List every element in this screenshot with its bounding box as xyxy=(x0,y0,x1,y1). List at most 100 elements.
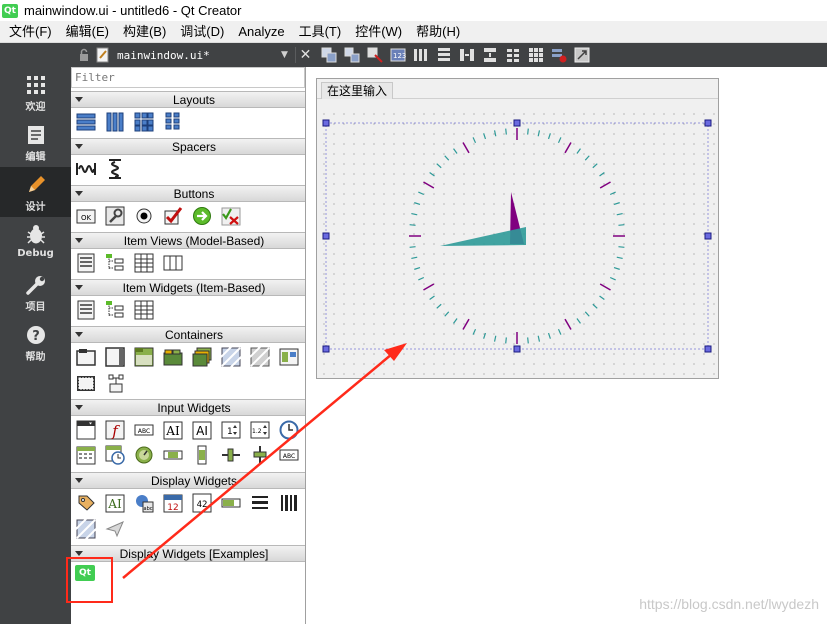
mode-design[interactable]: 设计 xyxy=(0,167,71,217)
column-view-icon[interactable] xyxy=(162,252,183,273)
analog-clock-widget[interactable] xyxy=(317,79,718,378)
plain-text-edit-icon[interactable]: AI xyxy=(191,419,212,440)
horizontal-scroll-bar-icon[interactable] xyxy=(162,444,183,465)
table-view-icon[interactable] xyxy=(133,252,154,273)
tab-widget-icon[interactable] xyxy=(162,346,183,367)
vertical-slider-icon[interactable] xyxy=(249,444,270,465)
vertical-spacer-icon[interactable] xyxy=(104,158,125,179)
mode-help[interactable]: ? 帮助 xyxy=(0,317,71,367)
selection-handle[interactable] xyxy=(513,119,521,127)
graphics-view-icon[interactable]: abc xyxy=(133,492,154,513)
horizontal-spacer-icon[interactable] xyxy=(75,158,96,179)
spin-box-icon[interactable]: 1 xyxy=(220,419,241,440)
qaxwidget-icon[interactable] xyxy=(104,372,125,393)
font-combo-box-icon[interactable]: f xyxy=(104,419,125,440)
calendar-widget-icon[interactable]: 12 xyxy=(162,492,183,513)
category-input-widgets[interactable]: Input Widgets xyxy=(71,399,305,416)
key-sequence-edit-icon[interactable]: ABC xyxy=(278,444,299,465)
tool-box-icon[interactable] xyxy=(133,346,154,367)
combo-box-icon[interactable] xyxy=(75,419,96,440)
horizontal-layout-icon[interactable] xyxy=(104,111,125,132)
adjust-size-icon[interactable] xyxy=(573,46,591,64)
opengl-widget-icon[interactable] xyxy=(75,518,96,539)
menu-build[interactable]: 构建(B) xyxy=(116,21,173,43)
edit-tab-order-icon[interactable]: 123 xyxy=(389,46,407,64)
category-display-widgets-examples[interactable]: Display Widgets [Examples] xyxy=(71,545,305,562)
dock-widget-icon[interactable] xyxy=(75,372,96,393)
open-file-name[interactable]: mainwindow.ui* xyxy=(117,49,281,62)
selection-handle[interactable] xyxy=(322,119,330,127)
date-time-edit-icon[interactable] xyxy=(104,444,125,465)
menu-tools[interactable]: 工具(T) xyxy=(292,21,349,43)
file-dropdown-icon[interactable]: ▼ xyxy=(281,50,295,60)
progress-bar-icon[interactable] xyxy=(220,492,241,513)
category-item-widgets[interactable]: Item Widgets (Item-Based) xyxy=(71,279,305,296)
category-spacers[interactable]: Spacers xyxy=(71,138,305,155)
selection-handle[interactable] xyxy=(322,232,330,240)
mode-projects[interactable]: 项目 xyxy=(0,267,71,317)
layout-grid-icon[interactable] xyxy=(527,46,545,64)
selection-handle[interactable] xyxy=(704,119,712,127)
layout-vertical-icon[interactable] xyxy=(435,46,453,64)
selection-handle[interactable] xyxy=(322,345,330,353)
tool-button-icon[interactable] xyxy=(104,205,125,226)
edit-widgets-icon[interactable] xyxy=(320,46,338,64)
quick-widget-icon[interactable] xyxy=(104,518,125,539)
tree-widget-icon[interactable] xyxy=(104,299,125,320)
double-spin-box-icon[interactable]: 1.2 xyxy=(249,419,270,440)
selection-handle[interactable] xyxy=(704,345,712,353)
lcd-number-icon[interactable]: 42 xyxy=(191,492,212,513)
dialog-button-box-icon[interactable] xyxy=(220,205,241,226)
date-edit-icon[interactable] xyxy=(75,444,96,465)
list-widget-icon[interactable] xyxy=(75,299,96,320)
layout-h-splitter-icon[interactable] xyxy=(458,46,476,64)
list-view-icon[interactable] xyxy=(75,252,96,273)
time-edit-icon[interactable] xyxy=(278,419,299,440)
selection-handle[interactable] xyxy=(513,345,521,353)
layout-v-splitter-icon[interactable] xyxy=(481,46,499,64)
close-document-icon[interactable]: ✕ xyxy=(295,47,315,63)
mode-edit[interactable]: 编辑 xyxy=(0,117,71,167)
widget-icon[interactable] xyxy=(249,346,270,367)
menu-debug[interactable]: 调试(D) xyxy=(173,21,231,43)
label-icon[interactable] xyxy=(75,492,96,513)
selection-handle[interactable] xyxy=(704,232,712,240)
horizontal-slider-icon[interactable] xyxy=(220,444,241,465)
mode-debug[interactable]: Debug xyxy=(0,217,71,267)
horizontal-line-icon[interactable] xyxy=(249,492,270,513)
line-edit-icon[interactable]: ABC xyxy=(133,419,154,440)
category-display-widgets[interactable]: Display Widgets xyxy=(71,472,305,489)
form-layout-icon[interactable] xyxy=(162,111,183,132)
menu-file[interactable]: 文件(F) xyxy=(2,21,59,43)
command-link-button-icon[interactable] xyxy=(191,205,212,226)
break-layout-icon[interactable] xyxy=(550,46,568,64)
filter-input[interactable]: Filter xyxy=(71,67,305,88)
layout-form-icon[interactable] xyxy=(504,46,522,64)
table-widget-icon[interactable] xyxy=(133,299,154,320)
menu-help[interactable]: 帮助(H) xyxy=(409,21,467,43)
custom-clock-widget-icon[interactable]: Qt xyxy=(75,565,95,581)
text-browser-icon[interactable]: AI xyxy=(104,492,125,513)
dial-icon[interactable] xyxy=(133,444,154,465)
check-box-icon[interactable] xyxy=(162,205,183,226)
frame-icon[interactable] xyxy=(220,346,241,367)
layout-horizontal-icon[interactable] xyxy=(412,46,430,64)
category-layouts[interactable]: Layouts xyxy=(71,91,305,108)
category-item-views[interactable]: Item Views (Model-Based) xyxy=(71,232,305,249)
edit-signals-slots-icon[interactable] xyxy=(343,46,361,64)
scroll-area-icon[interactable] xyxy=(104,346,125,367)
stacked-widget-icon[interactable] xyxy=(191,346,212,367)
tree-view-icon[interactable] xyxy=(104,252,125,273)
menu-widgets[interactable]: 控件(W) xyxy=(348,21,409,43)
menu-edit[interactable]: 编辑(E) xyxy=(59,21,116,43)
menu-analyze[interactable]: Analyze xyxy=(231,21,291,43)
text-edit-icon[interactable]: AI xyxy=(162,419,183,440)
category-containers[interactable]: Containers xyxy=(71,326,305,343)
designer-form[interactable]: 在这里输入 xyxy=(316,78,719,379)
mdi-area-icon[interactable] xyxy=(278,346,299,367)
radio-button-icon[interactable] xyxy=(133,205,154,226)
vertical-layout-icon[interactable] xyxy=(75,111,96,132)
category-buttons[interactable]: Buttons xyxy=(71,185,305,202)
group-box-icon[interactable] xyxy=(75,346,96,367)
lock-icon[interactable] xyxy=(77,48,91,62)
